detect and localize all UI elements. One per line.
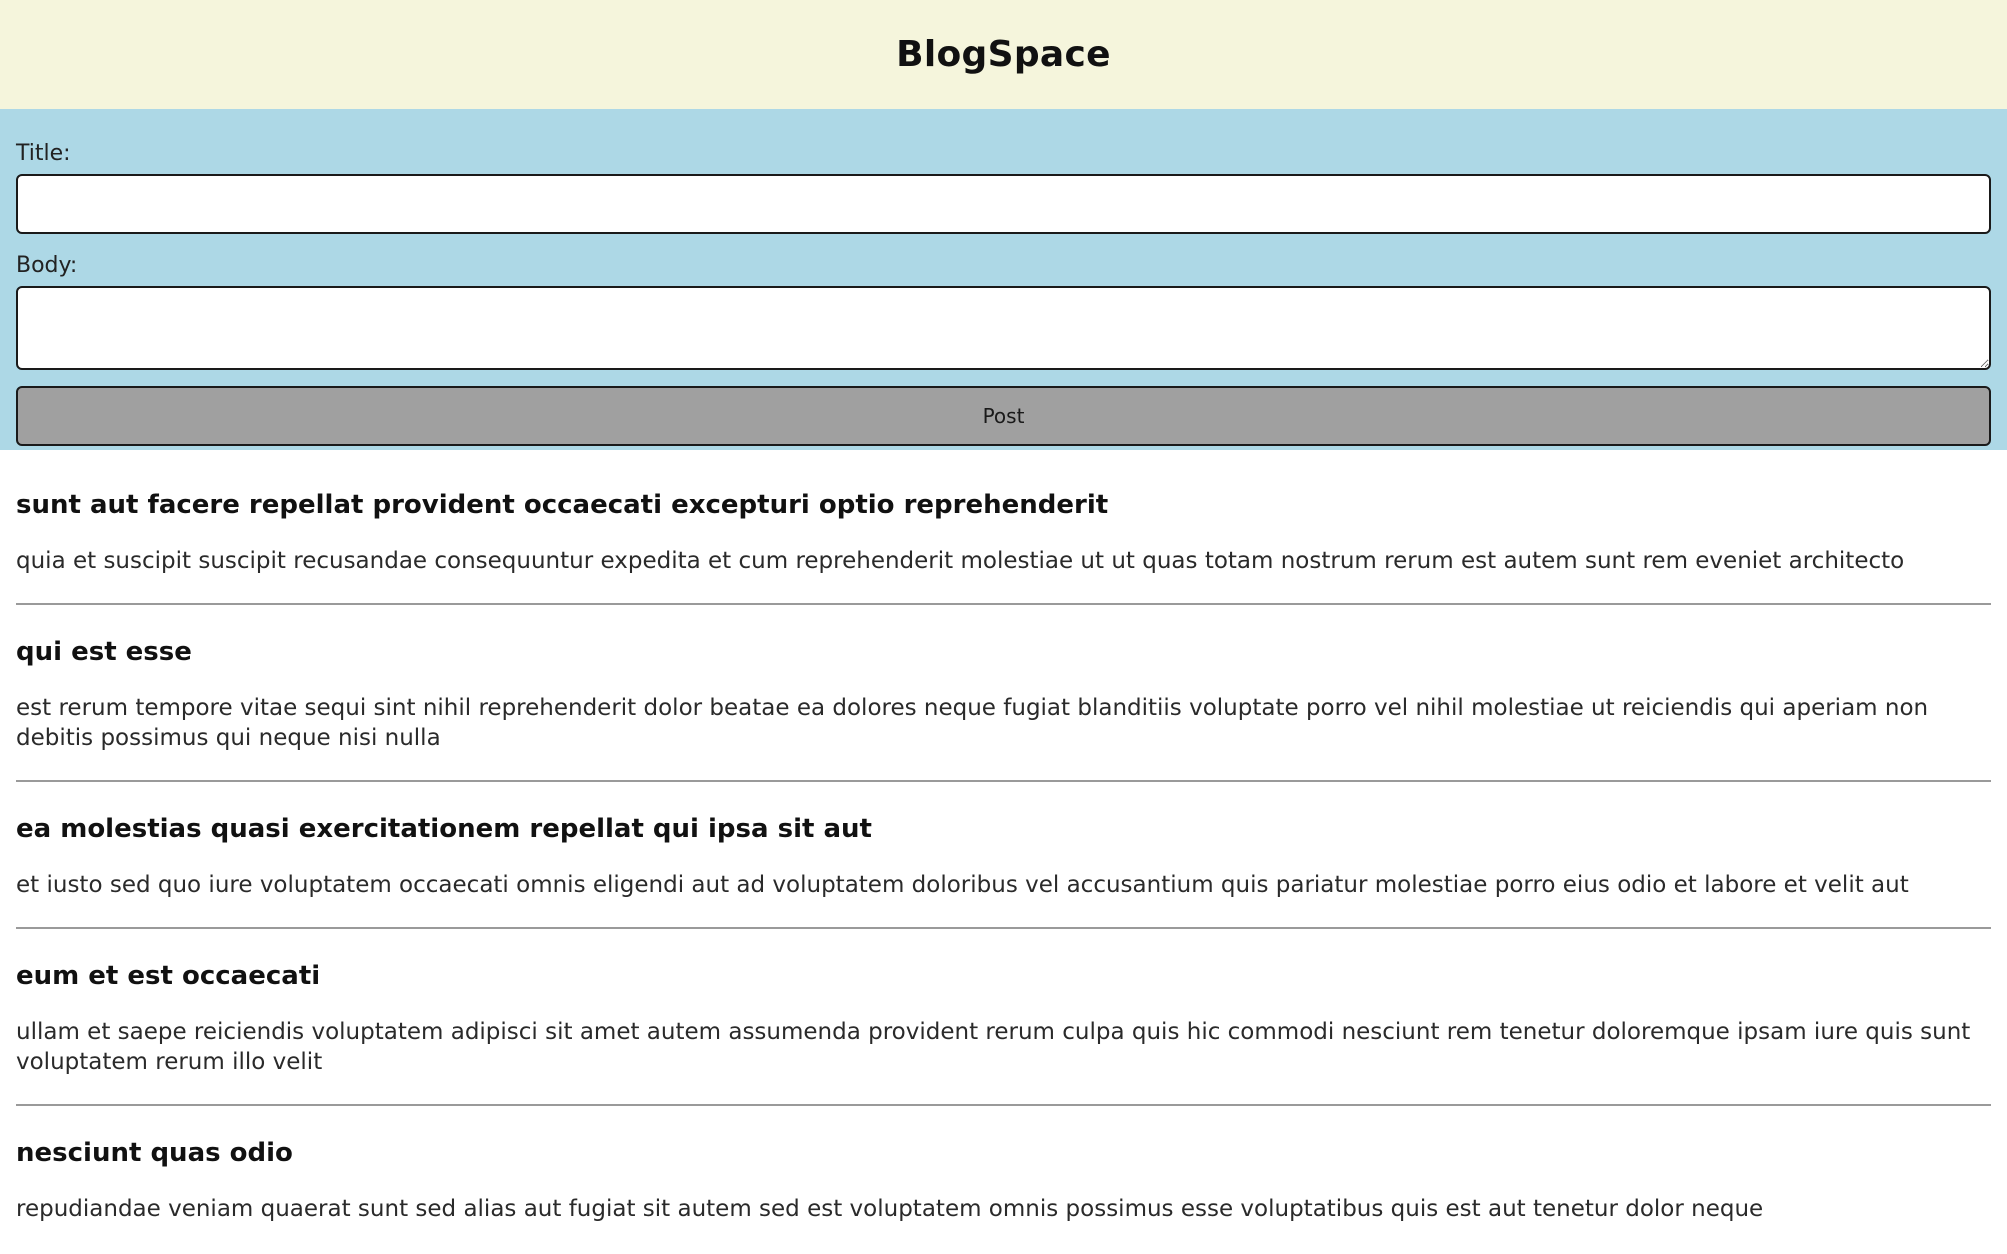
post-title: nesciunt quas odio — [16, 1138, 293, 1169]
post-body: ullam et saepe reiciendis voluptatem adi… — [16, 1019, 1971, 1076]
page: BlogSpace Title: Body: Post sunt aut fac… — [0, 0, 2007, 1254]
site-header: BlogSpace — [0, 0, 2007, 109]
new-post-form: Title: Body: Post — [0, 109, 2007, 450]
title-label: Title: — [16, 141, 71, 166]
post-body: repudiandae veniam quaerat sunt sed alia… — [16, 1196, 1764, 1223]
post-title: sunt aut facere repellat provident occae… — [16, 490, 1109, 520]
post-item: eum et est occaecati ullam et saepe reic… — [16, 929, 1991, 1107]
post-item: nesciunt quas odio repudiandae veniam qu… — [16, 1106, 1991, 1251]
post-title: eum et est occaecati — [16, 961, 321, 992]
post-body: quia et suscipit suscipit recusandae con… — [16, 548, 1905, 575]
site-title: BlogSpace — [896, 34, 1111, 75]
post-body: est rerum tempore vitae sequi sint nihil… — [16, 695, 1929, 752]
post-item: sunt aut facere repellat provident occae… — [16, 450, 1991, 606]
post-button[interactable]: Post — [16, 386, 1991, 446]
post-title: ea molestias quasi exercitationem repell… — [16, 814, 872, 845]
post-list: sunt aut facere repellat provident occae… — [0, 450, 2007, 1251]
post-body: et iusto sed quo iure voluptatem occaeca… — [16, 872, 1909, 899]
title-input[interactable] — [16, 174, 1991, 234]
post-title: qui est esse — [16, 637, 192, 668]
post-item: ea molestias quasi exercitationem repell… — [16, 782, 1991, 930]
body-textarea[interactable] — [16, 286, 1991, 370]
post-item: qui est esse est rerum tempore vitae seq… — [16, 605, 1991, 783]
body-label: Body: — [16, 253, 78, 278]
